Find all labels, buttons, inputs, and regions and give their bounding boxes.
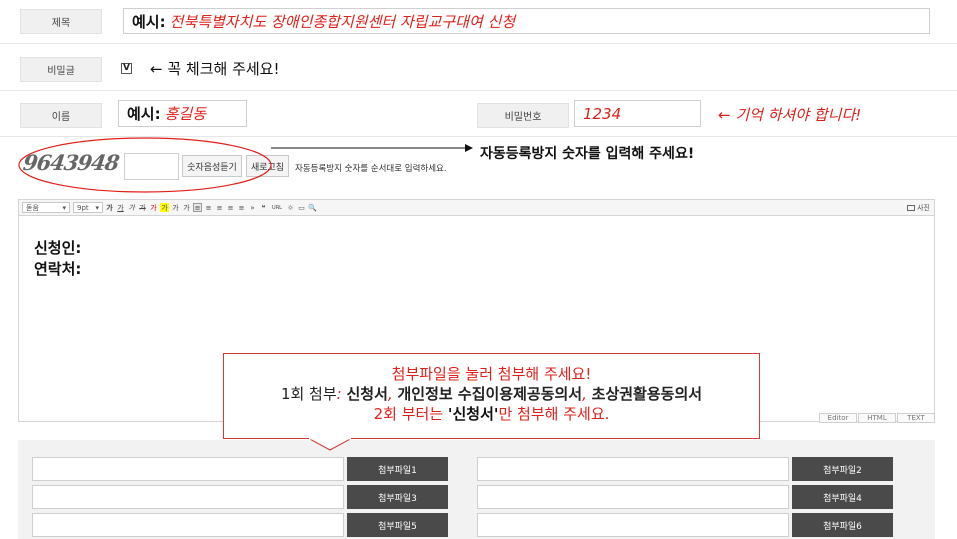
photo-icon xyxy=(907,204,916,211)
name-input[interactable]: 예시: 홍길동 xyxy=(118,100,247,127)
align-right-icon[interactable]: ≡ xyxy=(215,203,224,212)
captcha-highlight-annotation xyxy=(18,137,473,193)
callout-quote: '신청서' xyxy=(447,405,499,423)
callout-second-suffix: 만 첨부해 주세요. xyxy=(498,405,610,423)
link-icon[interactable]: URL xyxy=(270,203,284,212)
align-left-icon[interactable]: ≡ xyxy=(193,203,202,212)
quote-icon[interactable]: ❝ xyxy=(259,203,268,212)
attach-button-5[interactable]: 첨부파일5 xyxy=(347,513,448,537)
password-input[interactable]: 1234 xyxy=(574,100,701,127)
title-example-label: 예시: xyxy=(132,12,166,31)
secret-note: ← 꼭 체크해 주세요! xyxy=(150,60,280,78)
editor-mode-tabs: Editor HTML TEXT xyxy=(818,413,935,423)
file-input-4[interactable] xyxy=(477,485,789,509)
superscript-icon[interactable]: 가 xyxy=(171,203,180,212)
align-justify-icon[interactable]: ≡ xyxy=(226,203,235,212)
strike-icon[interactable]: 가 xyxy=(138,203,147,212)
file-input-1[interactable] xyxy=(32,457,344,481)
size-select-value: 9pt xyxy=(77,203,89,212)
special-char-icon[interactable]: ☼ xyxy=(286,203,295,212)
file-input-5[interactable] xyxy=(32,513,344,537)
callout-line-3: 2회 부터는 '신청서'만 첨부해 주세요. xyxy=(224,404,759,424)
callout-line-1: 첨부파일을 눌러 첨부해 주세요! xyxy=(391,365,592,383)
chevron-down-icon: ▾ xyxy=(95,203,99,212)
underline-icon[interactable]: 가 xyxy=(116,203,125,212)
italic-icon[interactable]: 가 xyxy=(127,203,136,212)
tab-text[interactable]: TEXT xyxy=(897,413,935,423)
font-select[interactable]: 돋움 ▾ xyxy=(22,202,70,213)
title-input[interactable]: 예시: 전북특별자치도 장애인종합지원센터 자립교구대여 신청 xyxy=(123,8,930,34)
name-example-value: 홍길동 xyxy=(164,105,207,123)
divider xyxy=(0,90,957,91)
title-label: 제목 xyxy=(20,9,102,34)
password-example-value: 1234 xyxy=(583,104,622,123)
more-icon[interactable]: » xyxy=(248,203,257,212)
table-icon[interactable]: ▭ xyxy=(297,203,306,212)
applicant-line: 신청인: xyxy=(34,239,82,257)
callout-sep-1: , xyxy=(387,385,393,403)
attach-button-4[interactable]: 첨부파일4 xyxy=(792,485,893,509)
photo-button[interactable]: 사진 xyxy=(907,203,930,213)
title-example-value: 전북특별자치도 장애인종합지원센터 자립교구대여 신청 xyxy=(169,12,516,31)
attach-button-6[interactable]: 첨부파일6 xyxy=(792,513,893,537)
callout-colon: : xyxy=(336,385,342,403)
tab-html[interactable]: HTML xyxy=(858,413,896,423)
highlight-icon[interactable]: 가 xyxy=(160,203,169,212)
chevron-down-icon: ▾ xyxy=(62,203,66,212)
callout-doc-3: 초상권활용동의서 xyxy=(591,385,703,403)
font-select-value: 돋움 xyxy=(26,203,39,212)
file-input-2[interactable] xyxy=(477,457,789,481)
file-input-3[interactable] xyxy=(32,485,344,509)
name-label: 이름 xyxy=(20,103,102,128)
captcha-note: 자동등록방지 숫자를 입력해 주세요! xyxy=(480,146,695,162)
size-select[interactable]: 9pt ▾ xyxy=(73,202,103,213)
editor-toolbar: 돋움 ▾ 9pt ▾ 가 가 가 가 가 가 가 가 ≡ ≡ ≡ ≡ ≡ » ❝ U… xyxy=(18,199,935,216)
callout-doc-2: 개인정보 수집이용제공동의서 xyxy=(397,385,583,403)
tab-editor[interactable]: Editor xyxy=(819,413,857,423)
line-height-icon[interactable]: ≡ xyxy=(237,203,246,212)
callout-sep-2: , xyxy=(582,385,587,403)
attach-button-2[interactable]: 첨부파일2 xyxy=(792,457,893,481)
search-icon[interactable]: 🔍 xyxy=(308,203,317,212)
secret-label: 비밀글 xyxy=(20,57,102,82)
align-center-icon[interactable]: ≡ xyxy=(204,203,213,212)
callout-doc-1: 신청서 xyxy=(346,385,388,403)
subscript-icon[interactable]: 가 xyxy=(182,203,191,212)
photo-button-label: 사진 xyxy=(917,203,930,212)
password-note: ← 기억 하셔야 합니다! xyxy=(718,106,862,124)
contact-line: 연락처: xyxy=(34,260,82,278)
text-color-icon[interactable]: 가 xyxy=(149,203,158,212)
callout-line-2: 1회 첨부: 신청서, 개인정보 수집이용제공동의서, 초상권활용동의서 xyxy=(224,384,759,404)
callout-pointer xyxy=(307,438,353,451)
attachment-callout: 첨부파일을 눌러 첨부해 주세요! 1회 첨부: 신청서, 개인정보 수집이용제… xyxy=(223,353,760,439)
board-write-form: 제목 예시: 전북특별자치도 장애인종합지원센터 자립교구대여 신청 비밀글 V… xyxy=(0,0,957,539)
callout-first-prefix: 1회 첨부 xyxy=(280,385,337,403)
attach-button-1[interactable]: 첨부파일1 xyxy=(347,457,448,481)
secret-checkbox[interactable]: V xyxy=(121,63,132,74)
bold-icon[interactable]: 가 xyxy=(105,203,114,212)
file-input-6[interactable] xyxy=(477,513,789,537)
password-label: 비밀번호 xyxy=(477,103,569,128)
divider xyxy=(0,43,957,44)
name-example-label: 예시: xyxy=(127,105,161,123)
callout-second-prefix: 2회 부터는 xyxy=(373,405,444,423)
attach-button-3[interactable]: 첨부파일3 xyxy=(347,485,448,509)
